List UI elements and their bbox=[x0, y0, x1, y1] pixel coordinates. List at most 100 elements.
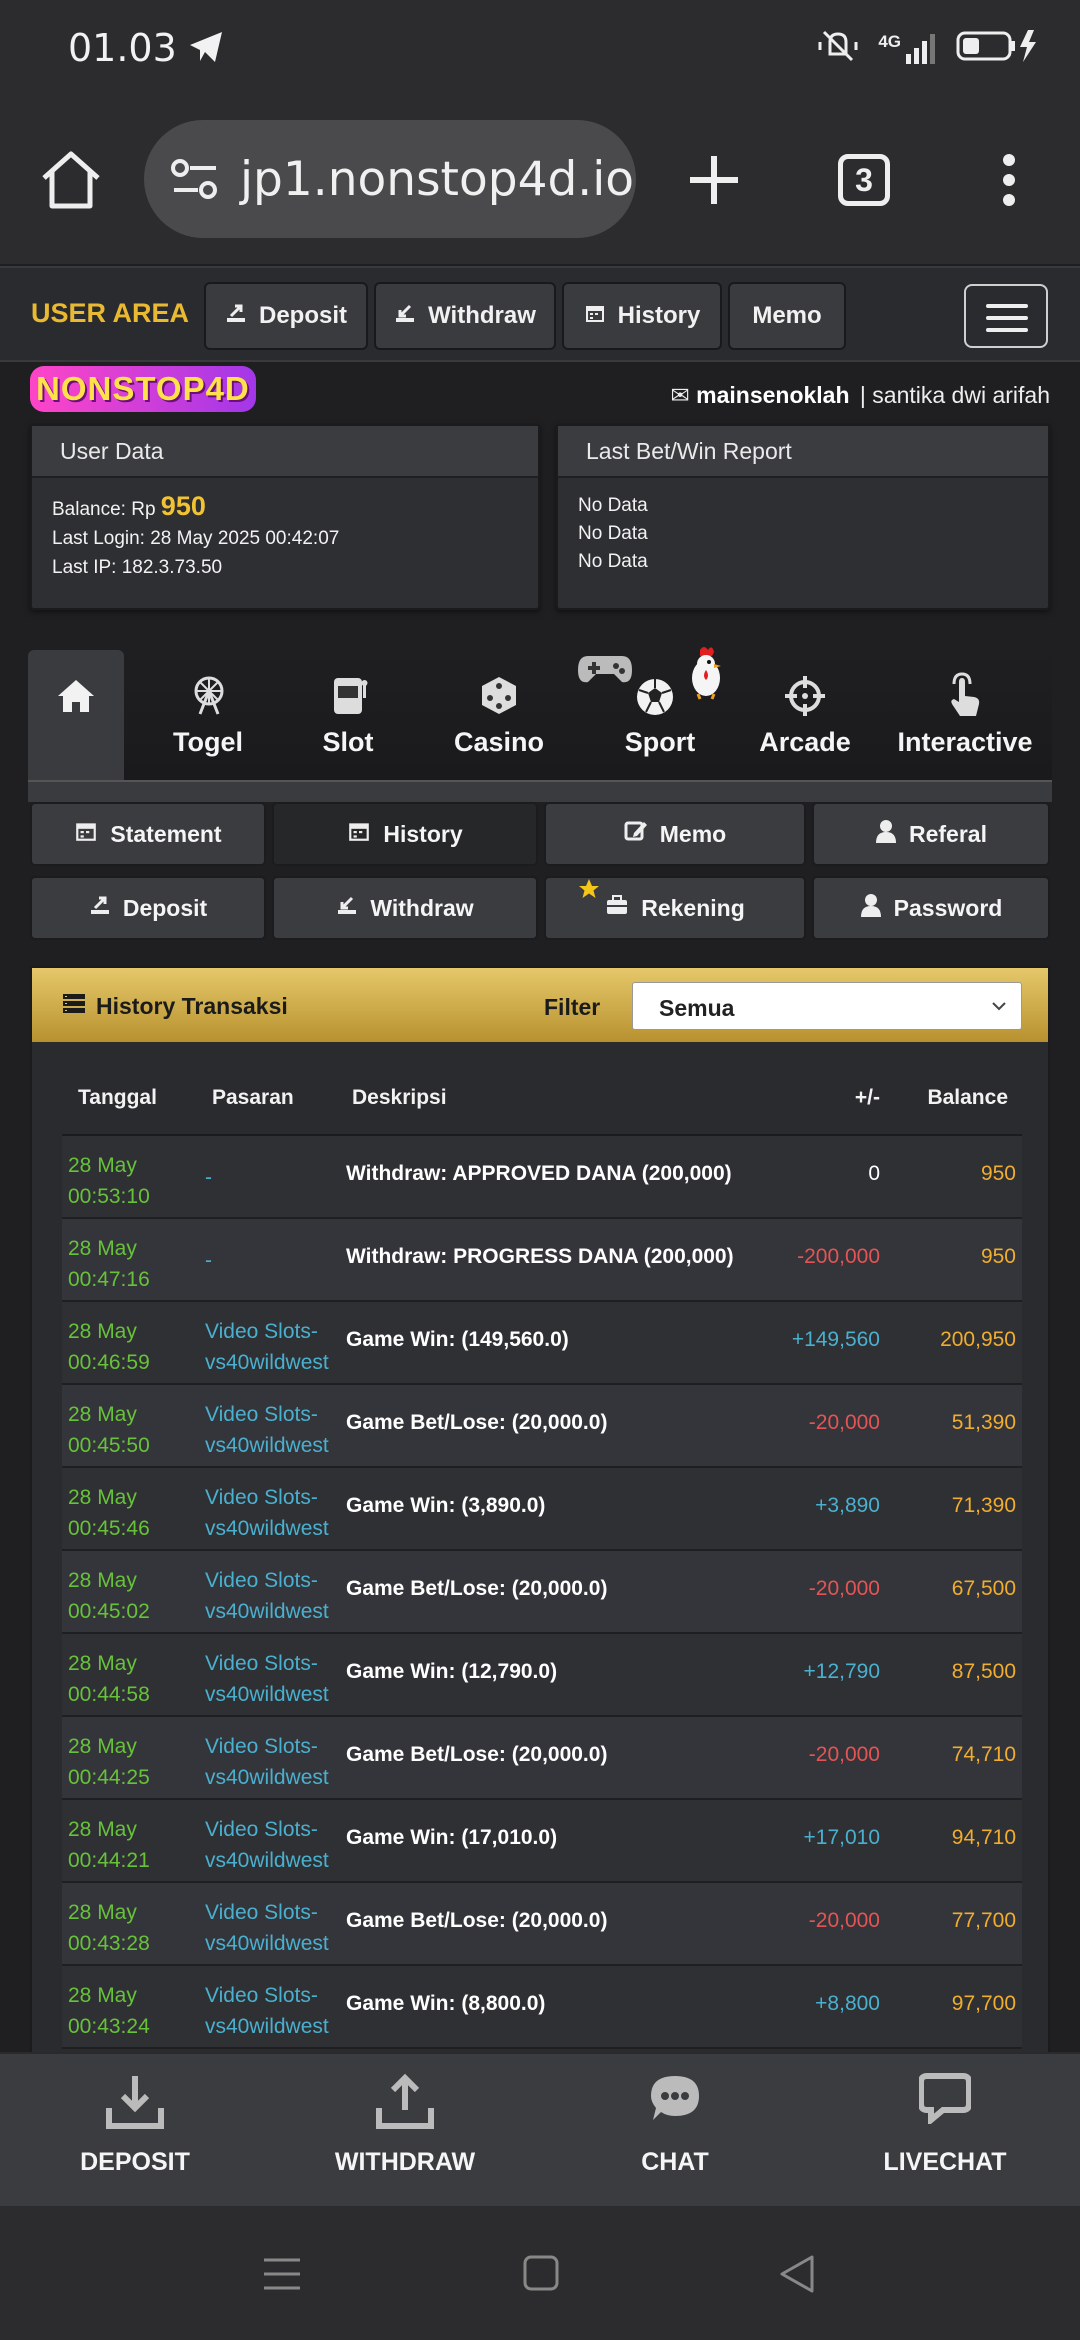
row-balance: 200,950 bbox=[940, 1328, 1016, 1351]
recent-apps-icon[interactable] bbox=[262, 2254, 302, 2299]
memo-button[interactable]: Memo bbox=[544, 802, 806, 866]
filter-select[interactable]: Semua bbox=[632, 982, 1022, 1030]
livechat-icon bbox=[810, 2072, 1080, 2124]
row-description: Game Win: (149,560.0) bbox=[346, 1328, 569, 1351]
home-nav-icon[interactable] bbox=[522, 2254, 560, 2297]
row-balance: 71,390 bbox=[951, 1494, 1016, 1517]
table-row: 28 May 00:43:28 Video Slots-vs40wildwest Ga… bbox=[62, 1883, 1022, 1966]
home-icon bbox=[56, 678, 96, 719]
history-button[interactable]: History bbox=[272, 802, 538, 866]
calendar-icon bbox=[74, 819, 98, 849]
row-description: Game Win: (17,010.0) bbox=[346, 1826, 558, 1849]
last-bet-line: No Data bbox=[578, 495, 648, 516]
table-row: 28 May 00:45:50 Video Slots-vs40wildwest Ga… bbox=[62, 1385, 1022, 1468]
kebab-menu-icon[interactable] bbox=[998, 152, 1020, 213]
referal-button[interactable]: Referal bbox=[812, 802, 1050, 866]
status-time: 01.03 bbox=[68, 26, 177, 70]
page: 01.03 4G jp1.nonstop4d.io 3 USER AREA De… bbox=[0, 0, 1080, 2340]
table-row: 28 May 00:46:59 Video Slots-vs40wildwest Ga… bbox=[62, 1302, 1022, 1385]
bottom-action-bar: DEPOSIT WITHDRAW CHAT LIVECHAT bbox=[0, 2052, 1080, 2206]
bottom-livechat-button[interactable]: LIVECHAT bbox=[810, 2054, 1080, 2208]
rooster-icon bbox=[686, 644, 726, 705]
user-identity: ✉ mainsenoklah | santika dwi arifah bbox=[670, 382, 1050, 408]
deposit-button[interactable]: Deposit bbox=[30, 876, 266, 940]
home-icon[interactable] bbox=[38, 150, 104, 215]
header-history-button[interactable]: History bbox=[562, 282, 722, 350]
back-icon[interactable] bbox=[778, 2254, 816, 2299]
status-bar: 01.03 4G bbox=[0, 0, 1080, 96]
balance-label: Balance: Rp bbox=[52, 499, 156, 520]
chevron-down-icon bbox=[989, 995, 1009, 1022]
row-description: Game Win: (8,800.0) bbox=[346, 1992, 546, 2015]
tab-switcher-button[interactable]: 3 bbox=[838, 154, 890, 206]
row-description: Game Bet/Lose: (20,000.0) bbox=[346, 1411, 608, 1434]
row-description: Game Bet/Lose: (20,000.0) bbox=[346, 1577, 608, 1600]
row-change: -20,000 bbox=[808, 1411, 880, 1434]
row-market: Video Slots-vs40wildwest bbox=[205, 1569, 329, 1623]
balance-amount: 950 bbox=[160, 491, 206, 521]
gamepad-icon bbox=[576, 652, 634, 691]
last-ip: Last IP: 182.3.73.50 bbox=[52, 557, 223, 578]
col-pasaran: Pasaran bbox=[212, 1086, 294, 1109]
download-icon bbox=[0, 2072, 270, 2130]
user-data-panel: User Data Balance: Rp 950 Last Login: 28… bbox=[30, 424, 540, 610]
table-row: 28 May 00:43:24 Video Slots-vs40wildwest Ga… bbox=[62, 1966, 1022, 2049]
new-tab-icon[interactable] bbox=[686, 152, 742, 213]
nonstop4d-logo[interactable]: NONSTOP4D bbox=[30, 366, 256, 412]
row-description: Withdraw: PROGRESS DANA (200,000) bbox=[346, 1245, 734, 1268]
header-history-label: History bbox=[617, 302, 701, 329]
withdraw-icon bbox=[336, 894, 358, 922]
tab-sport[interactable]: Sport bbox=[576, 647, 744, 780]
row-balance: 74,710 bbox=[951, 1743, 1016, 1766]
tab-togel[interactable]: Togel bbox=[150, 650, 266, 780]
history-header: History Transaksi Filter Semua bbox=[32, 968, 1048, 1042]
row-balance: 51,390 bbox=[951, 1411, 1016, 1434]
rekening-button[interactable]: Rekening bbox=[544, 876, 806, 940]
table-row: 28 May 00:44:25 Video Slots-vs40wildwest Ga… bbox=[62, 1717, 1022, 1800]
header-memo-label: Memo bbox=[752, 302, 822, 329]
table-header: Tanggal Pasaran Deskripsi +/- Balance bbox=[62, 1078, 1022, 1120]
bottom-withdraw-button[interactable]: WITHDRAW bbox=[270, 2054, 540, 2208]
row-market: Video Slots-vs40wildwest bbox=[205, 1320, 329, 1374]
statement-button[interactable]: Statement bbox=[30, 802, 266, 866]
hamburger-menu-button[interactable] bbox=[964, 284, 1048, 348]
row-change: -20,000 bbox=[808, 1743, 880, 1766]
user-icon bbox=[875, 819, 897, 849]
table-row: 28 May 00:47:16 - Withdraw: PROGRESS DANA (… bbox=[62, 1219, 1022, 1302]
table-row: 28 May 00:44:21 Video Slots-vs40wildwest Ga… bbox=[62, 1800, 1022, 1883]
last-bet-line: No Data bbox=[578, 551, 648, 572]
password-button[interactable]: Password bbox=[812, 876, 1050, 940]
tab-arcade[interactable]: Arcade bbox=[726, 650, 884, 780]
header-memo-button[interactable]: Memo bbox=[728, 282, 846, 350]
tab-casino-label: Casino bbox=[453, 727, 545, 757]
bottom-chat-button[interactable]: CHAT bbox=[540, 2054, 810, 2208]
row-date: 28 May 00:53:10 bbox=[68, 1154, 150, 1208]
user-area-title: USER AREA bbox=[31, 298, 190, 328]
deposit-label: Deposit bbox=[122, 894, 208, 921]
row-date: 28 May 00:44:21 bbox=[68, 1818, 150, 1872]
row-change: +149,560 bbox=[791, 1328, 880, 1351]
bottom-deposit-button[interactable]: DEPOSIT bbox=[0, 2054, 270, 2208]
tab-slot-label: Slot bbox=[322, 727, 374, 757]
row-change: +17,010 bbox=[803, 1826, 881, 1849]
row-change: -20,000 bbox=[808, 1909, 880, 1932]
row-market: Video Slots-vs40wildwest bbox=[205, 1735, 329, 1789]
tab-slot[interactable]: Slot bbox=[292, 650, 404, 780]
address-bar[interactable]: jp1.nonstop4d.io bbox=[144, 120, 636, 238]
row-market: Video Slots-vs40wildwest bbox=[205, 1818, 329, 1872]
tab-casino[interactable]: Casino bbox=[426, 650, 572, 780]
tab-interactive-label: Interactive bbox=[897, 727, 1033, 757]
history-rows: 28 May 00:53:10 - Withdraw: APPROVED DANA (… bbox=[62, 1136, 1022, 2049]
tab-interactive[interactable]: Interactive bbox=[878, 650, 1052, 780]
site-settings-icon[interactable] bbox=[170, 158, 220, 205]
row-market: Video Slots-vs40wildwest bbox=[205, 1652, 329, 1706]
last-bet-line: No Data bbox=[578, 523, 648, 544]
row-change: +12,790 bbox=[803, 1660, 881, 1683]
tab-home[interactable] bbox=[28, 650, 124, 780]
tab-togel-label: Togel bbox=[173, 727, 243, 757]
header-deposit-button[interactable]: Deposit bbox=[204, 282, 368, 350]
row-date: 28 May 00:46:59 bbox=[68, 1320, 150, 1374]
header-withdraw-button[interactable]: Withdraw bbox=[374, 282, 556, 350]
row-market: - bbox=[205, 1166, 212, 1189]
withdraw-button[interactable]: Withdraw bbox=[272, 876, 538, 940]
